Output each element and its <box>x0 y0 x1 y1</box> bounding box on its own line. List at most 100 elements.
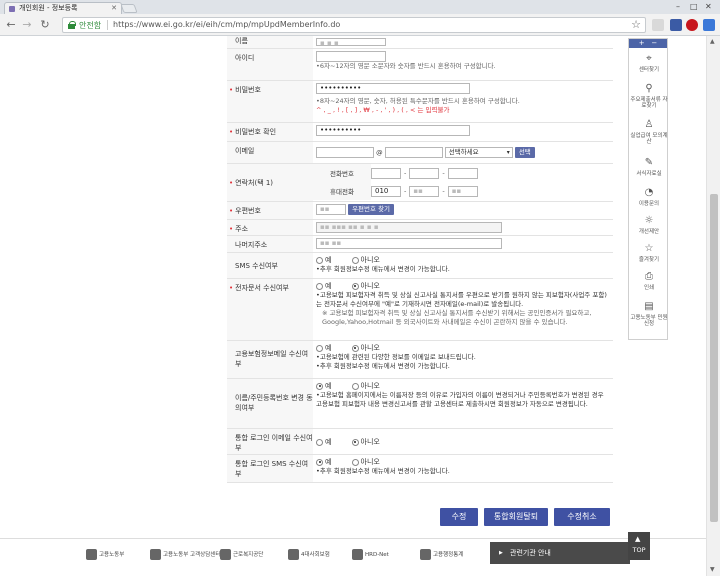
phone-part-2[interactable] <box>409 167 440 179</box>
quick-item-suggest[interactable]: ☼ 개선제안 <box>629 215 669 235</box>
quick-item-print[interactable]: ⎙ 인쇄 <box>629 271 669 291</box>
quick-item-forms[interactable]: ✎ 서식자료실 <box>629 157 669 177</box>
email-domain-select[interactable]: 선택하세요 <box>444 147 513 158</box>
address-divider <box>107 20 108 30</box>
name-change-yes-label: 예 <box>325 382 332 390</box>
integrated-email-no-radio[interactable] <box>351 438 359 446</box>
password-confirm-label: 비밀번호 확인 <box>227 122 313 142</box>
dash: - <box>442 169 445 177</box>
edoc-yes-radio[interactable] <box>316 282 323 290</box>
integrated-email-yes-radio[interactable] <box>316 438 323 446</box>
call-center-logo-icon <box>150 549 161 560</box>
phone-part-1[interactable] <box>371 167 401 179</box>
extension-icon[interactable] <box>686 19 698 31</box>
address-bar[interactable]: 안전함 https://www.ei.go.kr/ei/eih/cm/mp/mp… <box>62 17 646 33</box>
footer-logo[interactable]: 근로복지공단 <box>220 549 263 560</box>
mobile-part-1[interactable]: 010 <box>371 185 401 197</box>
quick-menu: + − ⌖ 센터찾기 ⚲ 주요제출서류 자료찾기 ♙ 실업급여 모의계산 ✎ 서식자료실… <box>628 38 668 340</box>
edit-document-icon: ✎ <box>644 157 654 168</box>
extension-icon[interactable] <box>652 19 664 31</box>
document-icon: ▤ <box>644 301 654 312</box>
scrollbar-thumb[interactable] <box>710 194 718 522</box>
tab-title: 개인회원 - 정보등록 <box>19 4 78 12</box>
password-special-chars: ^ , _ , ! , [ , ] , ₩ , - , ' , ) , ( , … <box>316 106 450 114</box>
quick-item-center[interactable]: ⌖ 센터찾기 <box>629 53 669 73</box>
minimize-icon[interactable]: – <box>676 2 680 11</box>
password-confirm-field[interactable]: •••••••••• <box>316 125 470 136</box>
chat-bubble-icon: ◔ <box>644 187 654 198</box>
sms-yes-label: 예 <box>325 256 332 264</box>
footer-logo[interactable]: HRD-Net <box>352 549 389 560</box>
quick-item-favorites[interactable]: ☆ 즐겨찾기 <box>629 243 669 263</box>
quick-item-petition[interactable]: ▤ 고용노동부 민원신청 <box>629 301 669 327</box>
edoc-yes-label: 예 <box>325 282 332 290</box>
star-icon: ☆ <box>644 243 654 254</box>
footer-logo[interactable]: 고용노동부 <box>86 549 124 560</box>
footer-logo[interactable]: 고용행정통계 <box>420 549 463 560</box>
extension-icon[interactable] <box>670 19 682 31</box>
email-id-field[interactable] <box>316 147 374 158</box>
quick-item-calculator[interactable]: ♙ 실업급여 모의계산 <box>629 119 669 145</box>
footer-logo[interactable]: 고용노동부 고객상담센터 <box>150 549 220 560</box>
back-arrow-icon[interactable]: ← <box>4 18 18 32</box>
scroll-down-icon[interactable]: ▼ <box>710 566 715 573</box>
edoc-no-label: 아니오 <box>360 282 380 290</box>
quick-item-inquiry[interactable]: ◔ 이용문의 <box>629 187 669 207</box>
ins-email-label: 고용보험정보메일 수신여부 <box>227 340 313 379</box>
email-label: 이메일 <box>227 141 313 164</box>
close-window-icon[interactable]: ✕ <box>705 2 712 11</box>
name-change-yes-radio[interactable] <box>316 382 323 390</box>
edit-button[interactable]: 수정 <box>440 508 478 526</box>
close-tab-icon[interactable]: ✕ <box>111 3 117 14</box>
quick-item-documents[interactable]: ⚲ 주요제출서류 자료찾기 <box>629 83 669 109</box>
id-field[interactable] <box>316 51 386 62</box>
cancel-edit-button[interactable]: 수정취소 <box>554 508 610 526</box>
contact-label: 연락처(택 1) <box>227 163 313 202</box>
ins-email-no-radio[interactable] <box>351 344 359 352</box>
footer-logo[interactable]: 4대사회보험 <box>288 549 330 560</box>
integrated-email-no-label: 아니오 <box>360 438 380 446</box>
edoc-label: 전자문서 수신여부 <box>227 278 313 341</box>
dash: - <box>442 187 445 195</box>
email-select-button[interactable]: 선택 <box>514 147 535 158</box>
statistics-logo-icon <box>420 549 431 560</box>
integrated-email-yes-label: 예 <box>325 438 332 446</box>
quick-menu-header: + − <box>629 39 667 48</box>
maximize-icon[interactable]: □ <box>690 2 698 11</box>
ministry-logo-icon <box>86 549 97 560</box>
find-zipcode-button[interactable]: 우편번호 찾기 <box>348 204 395 215</box>
mobile-part-2[interactable]: ▪▪ <box>409 185 440 197</box>
location-icon: ⚲ <box>645 83 653 94</box>
top-button[interactable]: TOP <box>628 532 650 560</box>
related-agencies-button[interactable]: 관련기관 안내 <box>490 542 630 564</box>
name-change-no-radio[interactable] <box>351 382 359 390</box>
browser-tab[interactable]: 개인회원 - 정보등록 ✕ <box>4 2 122 14</box>
withdraw-button[interactable]: 통합회원탈퇴 <box>484 508 548 526</box>
phone-part-3[interactable] <box>447 167 478 179</box>
mobile-part-3[interactable]: ▪▪ <box>447 185 478 197</box>
email-domain-field[interactable] <box>384 147 443 158</box>
page-scrollbar[interactable]: ▲ ▼ <box>706 36 720 576</box>
integrated-sms-no-label: 아니오 <box>360 458 380 466</box>
new-tab-button[interactable] <box>120 4 138 13</box>
bookmark-star-icon[interactable]: ☆ <box>631 18 641 31</box>
translate-icon[interactable] <box>703 19 715 31</box>
scroll-up-icon[interactable]: ▲ <box>710 38 715 45</box>
reload-icon[interactable]: ↻ <box>38 18 52 32</box>
name-field[interactable]: ▪ ▪ ▪ <box>316 38 386 46</box>
map-pin-icon: ⌖ <box>646 53 652 64</box>
sms-no-radio[interactable] <box>351 256 359 264</box>
zipcode-field[interactable]: ▪▪ <box>316 204 346 215</box>
edoc-no-radio[interactable] <box>351 282 359 290</box>
name-change-label: 이름/주민등록번호 변경 동의여부 <box>227 378 313 429</box>
forward-arrow-icon[interactable]: → <box>20 18 34 32</box>
mobile-label: 휴대전화 <box>313 182 371 200</box>
address-detail-field[interactable]: ▪▪ ▪▪ <box>316 238 502 249</box>
ins-email-yes-radio[interactable] <box>316 344 323 352</box>
sms-note: 추후 회원정보수정 메뉴에서 변경이 가능합니다. <box>316 265 613 274</box>
sms-yes-radio[interactable] <box>316 256 323 264</box>
integrated-sms-no-radio[interactable] <box>351 458 359 466</box>
integrated-sms-yes-radio[interactable] <box>316 458 323 466</box>
password-field[interactable]: •••••••••• <box>316 83 470 94</box>
url-text[interactable]: https://www.ei.go.kr/ei/eih/cm/mp/mpUpdM… <box>113 20 340 29</box>
